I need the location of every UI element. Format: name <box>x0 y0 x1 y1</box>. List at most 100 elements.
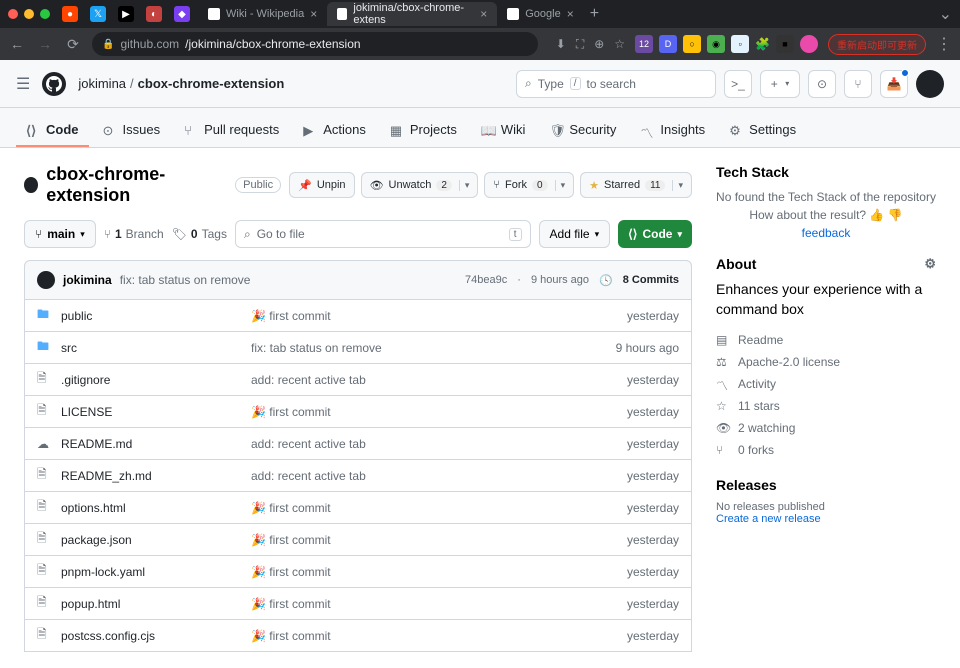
address-bar[interactable]: 🔒 github.com/jokimina/cbox-chrome-extens… <box>92 32 538 56</box>
file-commit-msg[interactable]: add: recent active tab <box>251 437 627 451</box>
go-to-file-input[interactable]: ⌕Go to filet <box>235 220 531 248</box>
tab-actions[interactable]: ▶Actions <box>293 114 376 147</box>
file-commit-msg[interactable]: 🎉 first commit <box>251 629 627 643</box>
branch-count[interactable]: ⑂1Branch <box>104 227 164 241</box>
activity-link[interactable]: 〽Activity <box>716 373 936 395</box>
chevron-down-icon[interactable]: ▾ <box>459 180 470 191</box>
profile-icon[interactable] <box>800 35 818 53</box>
extensions-icon[interactable]: 🧩 <box>755 37 770 51</box>
gear-icon[interactable]: ⚙ <box>924 256 936 272</box>
ext-icon[interactable]: ■ <box>776 35 794 53</box>
tab-settings[interactable]: ⚙Settings <box>719 114 806 147</box>
file-commit-msg[interactable]: fix: tab status on remove <box>251 341 616 355</box>
create-release-link[interactable]: Create a new release <box>716 513 936 525</box>
code-button[interactable]: ⟨⟩Code▾ <box>618 220 692 248</box>
screen-icon[interactable]: ⛶ <box>576 37 584 52</box>
tab-wiki[interactable]: 📖Wiki <box>471 114 536 147</box>
tab-insights[interactable]: 〽Insights <box>630 114 715 147</box>
stars-link[interactable]: ☆11 stars <box>716 395 936 417</box>
file-name[interactable]: package.json <box>61 533 251 547</box>
close-window[interactable] <box>8 9 18 19</box>
ext-icon[interactable]: ○ <box>683 35 701 53</box>
file-name[interactable]: .gitignore <box>61 373 251 387</box>
ext-reddit-icon[interactable]: ● <box>62 6 78 22</box>
browser-tab-active[interactable]: jokimina/cbox-chrome-extens × <box>327 2 497 26</box>
chevron-down-icon[interactable]: ▾ <box>555 180 566 191</box>
user-avatar[interactable] <box>916 70 944 98</box>
breadcrumb-repo[interactable]: cbox-chrome-extension <box>138 76 285 91</box>
unpin-button[interactable]: 📌Unpin <box>289 172 354 198</box>
breadcrumb-owner[interactable]: jokimina <box>78 76 126 91</box>
branch-selector[interactable]: ⑂main▾ <box>24 220 96 248</box>
notifications-button[interactable]: 📥 <box>880 70 908 98</box>
file-commit-msg[interactable]: 🎉 first commit <box>251 597 627 611</box>
file-name[interactable]: public <box>61 309 251 323</box>
tab-pulls[interactable]: ⑂Pull requests <box>174 114 289 147</box>
forward-button[interactable]: → <box>36 36 54 52</box>
tab-issues[interactable]: ⊙Issues <box>93 114 171 147</box>
file-commit-msg[interactable]: 🎉 first commit <box>251 309 627 323</box>
tab-code[interactable]: ⟨⟩Code <box>16 114 89 147</box>
github-logo-icon[interactable] <box>42 72 66 96</box>
tag-count[interactable]: 🏷0Tags <box>172 227 227 241</box>
file-commit-msg[interactable]: add: recent active tab <box>251 373 627 387</box>
file-name[interactable]: popup.html <box>61 597 251 611</box>
commit-sha[interactable]: 74bea9c <box>465 274 507 286</box>
browser-tab[interactable]: Wiki - Wikipedia × <box>198 2 327 26</box>
commits-link[interactable]: 8 Commits <box>623 274 679 286</box>
browser-tab[interactable]: Google × <box>497 2 584 26</box>
file-commit-msg[interactable]: 🎉 first commit <box>251 405 627 419</box>
tab-projects[interactable]: ▦Projects <box>380 114 467 147</box>
translate-icon[interactable]: ⊕ <box>594 37 604 51</box>
tab-security[interactable]: 🛡Security <box>539 114 626 147</box>
add-file-button[interactable]: Add file▾ <box>539 220 611 248</box>
ext-app-icon[interactable]: ▶ <box>118 6 134 22</box>
ext-twitter-icon[interactable]: 𝕏 <box>90 6 106 22</box>
file-commit-msg[interactable]: 🎉 first commit <box>251 501 627 515</box>
file-name[interactable]: README_zh.md <box>61 469 251 483</box>
ext-app2-icon[interactable]: ◐ <box>146 6 162 22</box>
minimize-window[interactable] <box>24 9 34 19</box>
file-name[interactable]: src <box>61 341 251 355</box>
issues-button[interactable]: ⊙ <box>808 70 836 98</box>
file-commit-msg[interactable]: 🎉 first commit <box>251 565 627 579</box>
command-palette-button[interactable]: >_ <box>724 70 752 98</box>
watching-link[interactable]: 👁2 watching <box>716 417 936 439</box>
commit-author[interactable]: jokimina <box>63 273 112 287</box>
ext-icon[interactable]: D <box>659 35 677 53</box>
pull-requests-button[interactable]: ⑂ <box>844 70 872 98</box>
back-button[interactable]: ← <box>8 36 26 52</box>
file-name[interactable]: LICENSE <box>61 405 251 419</box>
ext-icon[interactable]: ▫ <box>731 35 749 53</box>
close-tab-icon[interactable]: × <box>567 7 574 21</box>
maximize-window[interactable] <box>40 9 50 19</box>
reload-button[interactable]: ⟳ <box>64 36 82 53</box>
ext-icon[interactable]: ◉ <box>707 35 725 53</box>
file-name[interactable]: README.md <box>61 437 251 451</box>
create-new-button[interactable]: + ▾ <box>760 70 800 98</box>
ext-app3-icon[interactable]: ◆ <box>174 6 190 22</box>
file-name[interactable]: pnpm-lock.yaml <box>61 565 251 579</box>
hamburger-menu-icon[interactable]: ☰ <box>16 74 30 94</box>
close-tab-icon[interactable]: × <box>480 7 487 21</box>
chevron-down-icon[interactable]: ▾ <box>672 180 683 191</box>
file-commit-msg[interactable]: add: recent active tab <box>251 469 627 483</box>
tabs-dropdown-icon[interactable]: ⌄ <box>939 4 952 24</box>
fork-button[interactable]: ⑂Fork0▾ <box>484 172 574 198</box>
install-icon[interactable]: ⬇ <box>556 37 566 51</box>
readme-link[interactable]: ▤Readme <box>716 329 936 351</box>
star-button[interactable]: ★Starred11▾ <box>580 172 692 198</box>
file-name[interactable]: options.html <box>61 501 251 515</box>
commit-message[interactable]: fix: tab status on remove <box>120 273 251 287</box>
file-name[interactable]: postcss.config.cjs <box>61 629 251 643</box>
search-input[interactable]: ⌕ Type / to search <box>516 70 716 98</box>
ext-icon[interactable]: 12 <box>635 35 653 53</box>
license-link[interactable]: ⚖Apache-2.0 license <box>716 351 936 373</box>
feedback-link[interactable]: feedback <box>802 226 851 240</box>
commit-author-avatar[interactable] <box>37 271 55 289</box>
new-tab-button[interactable]: + <box>590 5 599 23</box>
update-browser-button[interactable]: 重新启动即可更新 <box>828 34 926 55</box>
browser-menu-icon[interactable]: ⋮ <box>936 34 952 54</box>
unwatch-button[interactable]: 👁Unwatch2▾ <box>361 172 479 198</box>
close-tab-icon[interactable]: × <box>310 7 317 21</box>
